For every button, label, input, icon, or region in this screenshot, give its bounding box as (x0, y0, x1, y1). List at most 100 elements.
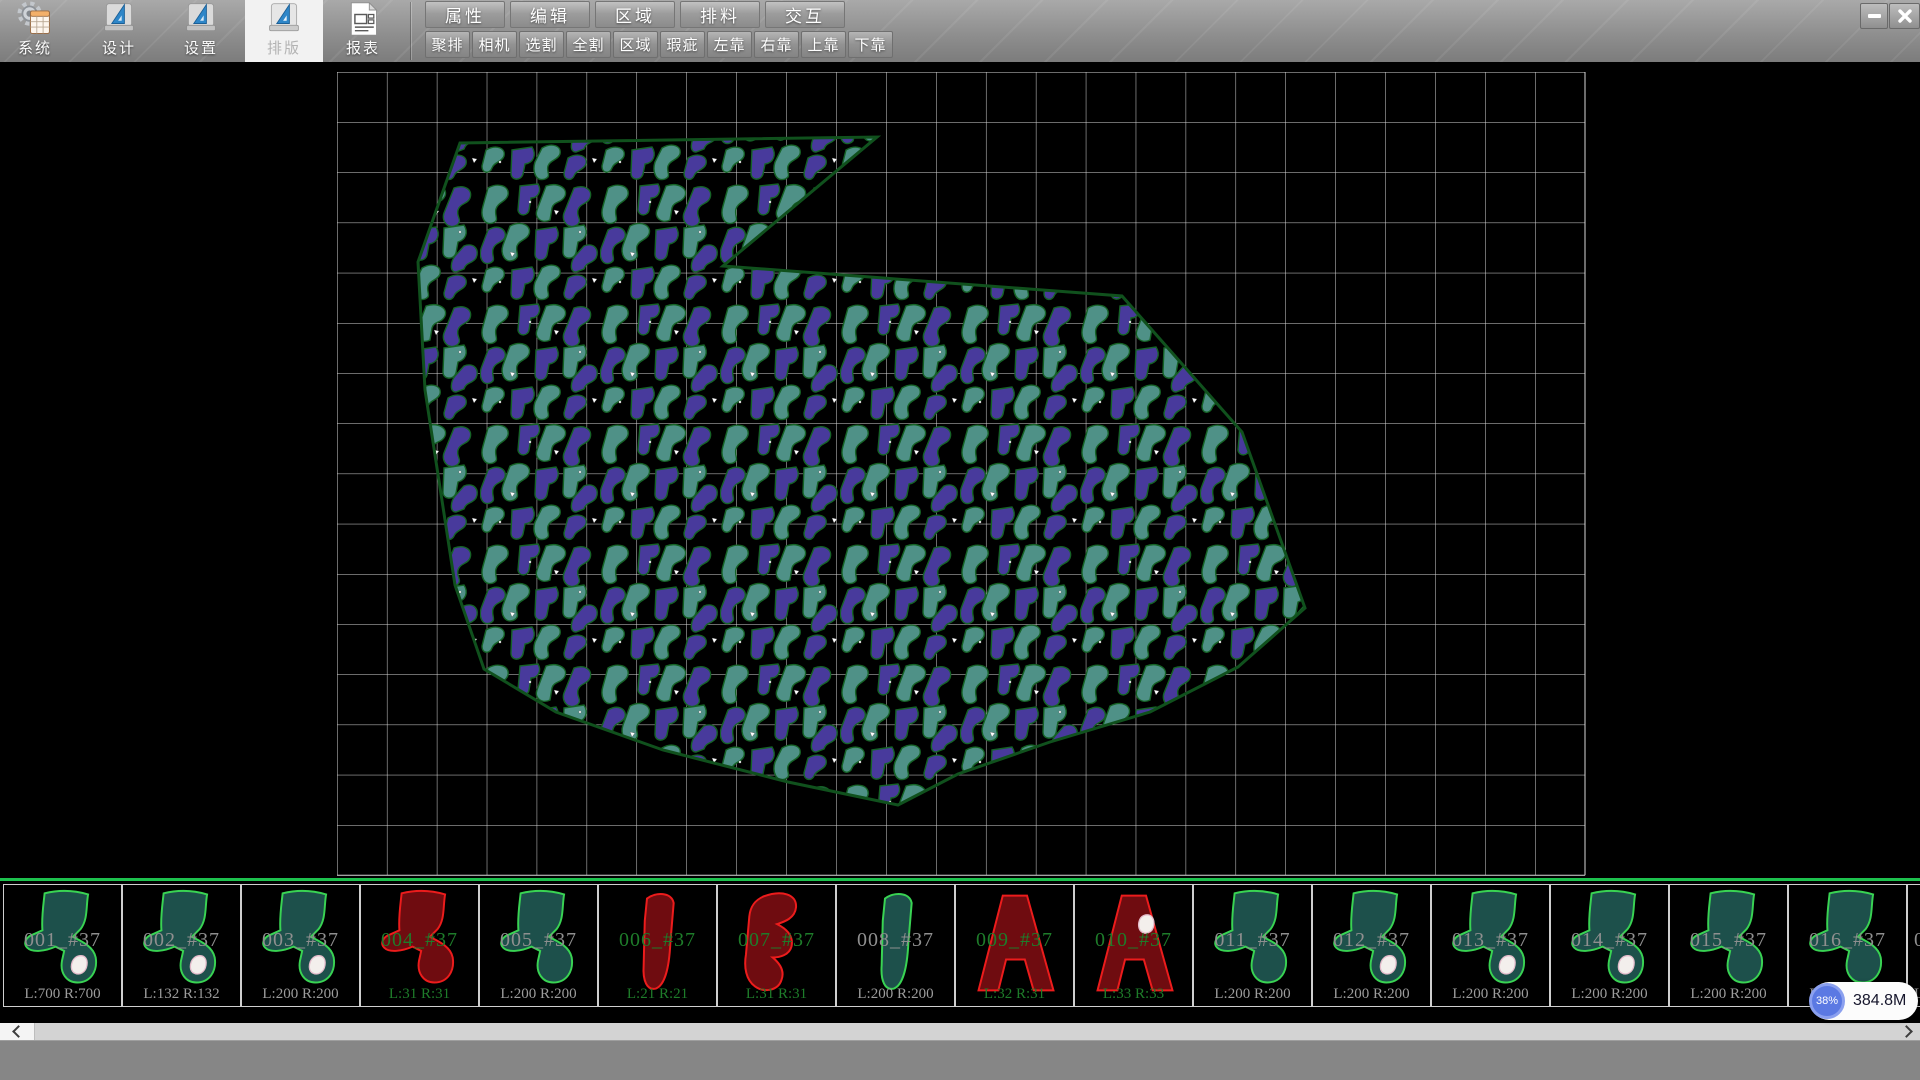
part-cell[interactable]: 002_#37 L:132 R:132 (122, 884, 241, 1007)
part-lr-count: L:200 R:200 (1670, 986, 1787, 1003)
minimize-icon (1868, 14, 1881, 18)
tool-button-align-right[interactable]: 右靠 (754, 31, 799, 58)
part-cell[interactable]: 003_#37 L:200 R:200 (241, 884, 360, 1007)
part-cell[interactable]: 011_#37 L:200 R:200 (1193, 884, 1312, 1007)
part-lr-count: L:200 R:200 (480, 986, 597, 1003)
cpu-percent-value: 38% (1816, 995, 1838, 1007)
report-document-icon (345, 1, 381, 37)
part-lr-count: L:200 R:200 (1432, 986, 1549, 1003)
tool-button-label: 瑕疵 (666, 34, 698, 55)
tool-button-label: 聚排 (431, 34, 463, 55)
part-lr-count: L:31 R:31 (718, 986, 835, 1003)
menu-tab-region[interactable]: 区域 (595, 1, 675, 28)
part-label: 001_#37 (4, 929, 121, 952)
tool-button-align-left[interactable]: 左靠 (707, 31, 752, 58)
app-button-design[interactable]: 设计 (84, 0, 154, 62)
app-button-report[interactable]: 报表 (328, 0, 398, 62)
tool-button-align-top[interactable]: 上靠 (801, 31, 846, 58)
memory-value: 384.8M (1853, 992, 1906, 1010)
part-cell[interactable]: 008_#37 L:200 R:200 (836, 884, 955, 1007)
part-lr-count: L:200 R:200 (1551, 986, 1668, 1003)
horizontal-scrollbar[interactable] (0, 1023, 1920, 1040)
chevron-left-icon (12, 1025, 25, 1038)
app-button-nesting[interactable]: 排版 (245, 0, 323, 62)
part-label: 015_#37 (1670, 929, 1787, 952)
part-cell[interactable]: 005_#37 L:200 R:200 (479, 884, 598, 1007)
menu-tab-properties[interactable]: 属性 (425, 1, 505, 28)
tool-button-align-bottom[interactable]: 下靠 (848, 31, 893, 58)
menu-tab-label: 区域 (615, 2, 655, 27)
tool-button-label: 区域 (619, 34, 651, 55)
part-lr-count: L:33 R:33 (1075, 986, 1192, 1003)
part-lr-count: L:21 R:21 (599, 986, 716, 1003)
part-cell[interactable]: 015_#37 L:200 R:200 (1669, 884, 1788, 1007)
app-button-system[interactable]: 系统 (0, 0, 70, 62)
part-cell[interactable]: 010_#37 L:33 R:33 (1074, 884, 1193, 1007)
toolbar-divider (410, 2, 411, 60)
part-label: 010_#37 (1075, 929, 1192, 952)
part-cell[interactable]: 006_#37 L:21 R:21 (598, 884, 717, 1007)
part-label: 005_#37 (480, 929, 597, 952)
menu-tab-edit[interactable]: 编辑 (510, 1, 590, 28)
close-button[interactable] (1889, 3, 1920, 29)
part-label: 012_#37 (1313, 929, 1430, 952)
parts-strip: 001_#37 L:700 R:700 002_#37 L:132 R:132 … (0, 884, 1920, 1007)
part-cell[interactable]: 009_#37 L:32 R:31 (955, 884, 1074, 1007)
toolbar: 系统 设计 设置 (0, 0, 1920, 62)
part-lr-count: L:200 R:200 (242, 986, 359, 1003)
tool-button-defect[interactable]: 瑕疵 (660, 31, 705, 58)
part-cell[interactable]: 013_#37 L:200 R:200 (1431, 884, 1550, 1007)
tool-button-label: 下靠 (854, 34, 886, 55)
design-ruler-icon (101, 1, 137, 37)
part-lr-count: L:200 R:200 (1313, 986, 1430, 1003)
cpu-percent-indicator: 38% (1809, 983, 1845, 1019)
tool-button-camera[interactable]: 相机 (472, 31, 517, 58)
tool-button-region[interactable]: 区域 (613, 31, 658, 58)
part-label: 002_#37 (123, 929, 240, 952)
part-lr-count: L:200 R:200 (1194, 986, 1311, 1003)
chevron-right-icon (1900, 1025, 1913, 1038)
menu-tab-nesting[interactable]: 排料 (680, 1, 760, 28)
part-label: 016_#37 (1789, 929, 1906, 952)
tool-button-label: 右靠 (760, 34, 792, 55)
settings-ruler-icon (183, 1, 219, 37)
tool-button-label: 全割 (572, 34, 604, 55)
app-button-label: 报表 (346, 37, 380, 58)
app-button-label: 设置 (184, 37, 218, 58)
menu-tab-label: 交互 (785, 2, 825, 27)
part-cell[interactable]: 014_#37 L:200 R:200 (1550, 884, 1669, 1007)
part-label: 003_#37 (242, 929, 359, 952)
system-gear-icon (17, 1, 53, 37)
part-cell[interactable]: 001_#37 L:700 R:700 (3, 884, 122, 1007)
minimize-button[interactable] (1860, 3, 1888, 29)
part-lr-count: L:31 R:31 (361, 986, 478, 1003)
scroll-right-button[interactable] (1896, 1023, 1920, 1040)
memory-usage-badge[interactable]: 38% 384.8M (1810, 982, 1918, 1020)
part-cell[interactable]: 007_#37 L:31 R:31 (717, 884, 836, 1007)
app-button-label: 设计 (102, 37, 136, 58)
tool-button-label: 相机 (478, 34, 510, 55)
part-label: 0 (1908, 929, 1920, 952)
tool-button-cut-all[interactable]: 全割 (566, 31, 611, 58)
menu-tab-interactive[interactable]: 交互 (765, 1, 845, 28)
part-label: 009_#37 (956, 929, 1073, 952)
part-lr-count: L:32 R:31 (956, 986, 1073, 1003)
part-label: 007_#37 (718, 929, 835, 952)
part-cell[interactable]: 012_#37 L:200 R:200 (1312, 884, 1431, 1007)
close-icon (1898, 9, 1912, 23)
part-lr-count: L:200 R:200 (837, 986, 954, 1003)
part-label: 013_#37 (1432, 929, 1549, 952)
nesting-ruler-icon (266, 1, 302, 37)
tool-button-select-cut[interactable]: 选割 (519, 31, 564, 58)
part-label: 008_#37 (837, 929, 954, 952)
app-button-settings[interactable]: 设置 (166, 0, 236, 62)
nesting-app-window: 系统 设计 设置 (0, 0, 1920, 1080)
scroll-left-button[interactable] (0, 1023, 35, 1040)
tool-button-cluster-nest[interactable]: 聚排 (425, 31, 470, 58)
part-label: 004_#37 (361, 929, 478, 952)
part-label: 014_#37 (1551, 929, 1668, 952)
part-lr-count: L:132 R:132 (123, 986, 240, 1003)
tool-button-label: 选割 (525, 34, 557, 55)
part-cell[interactable]: 004_#37 L:31 R:31 (360, 884, 479, 1007)
menu-tab-label: 排料 (700, 2, 740, 27)
